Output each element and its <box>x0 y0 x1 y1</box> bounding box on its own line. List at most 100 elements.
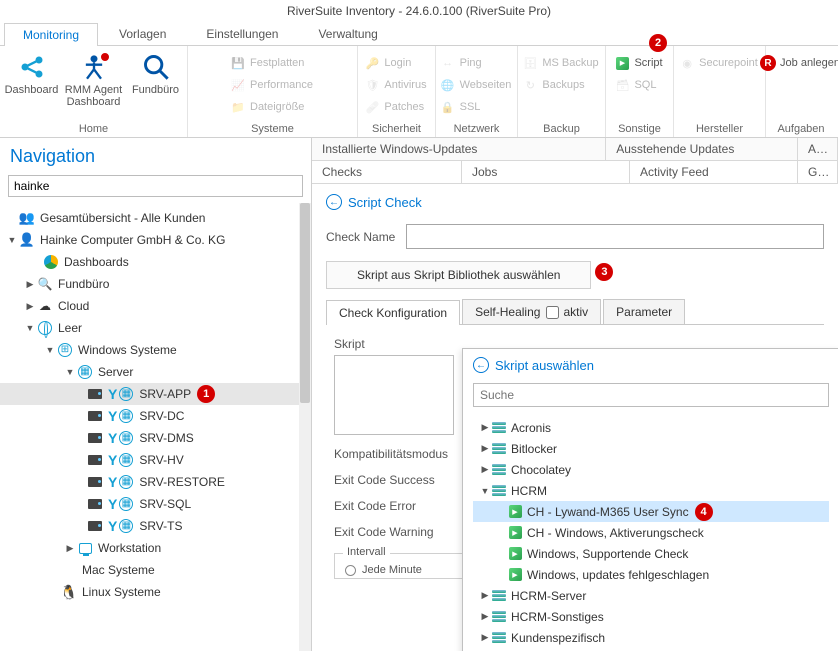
network-icon: ▦ <box>117 517 135 535</box>
login-button[interactable]: 🔑Login <box>364 52 426 74</box>
nav-search-input[interactable] <box>8 175 303 197</box>
picker-search-input[interactable] <box>473 383 829 407</box>
securepoint-icon: ◉ <box>679 55 695 71</box>
tab-checks[interactable]: Checks <box>312 161 462 183</box>
picker-back-icon[interactable]: ← <box>473 357 489 373</box>
ribbon: Dashboard RMM Agent Dashboard Fundbüro H… <box>0 46 838 138</box>
search-small-icon: 🔍 <box>36 275 54 293</box>
network-icon: ▦ <box>117 495 135 513</box>
tree-mac[interactable]: Mac Systeme <box>0 559 311 581</box>
interval-legend: Intervall <box>343 546 390 558</box>
dateigrosse-button[interactable]: 📁Dateigröße <box>230 96 313 118</box>
self-healing-checkbox[interactable] <box>546 306 559 319</box>
job-anlegen-button[interactable]: RJob anlegen <box>760 52 838 74</box>
picker-hcrm-server[interactable]: ▶HCRM-Server <box>473 585 829 606</box>
ping-button[interactable]: ↔Ping <box>440 52 512 74</box>
fundburo-label: Fundbüro <box>132 84 179 96</box>
tab-vorlagen[interactable]: Vorlagen <box>100 22 185 45</box>
globe-icon: 🌐 <box>440 77 456 93</box>
picker-item-supportende[interactable]: Windows, Supportende Check <box>473 543 829 564</box>
picker-chocolatey[interactable]: ▶Chocolatey <box>473 459 829 480</box>
script-button[interactable]: Script <box>614 52 662 74</box>
tab-check-config[interactable]: Check Konfiguration <box>326 300 460 325</box>
tree-all-customers[interactable]: 👥Gesamtübersicht - Alle Kunden <box>0 207 311 229</box>
antivirus-button[interactable]: 🛡Antivirus <box>364 74 426 96</box>
globe-icon <box>36 319 54 337</box>
picker-hcrm[interactable]: ▼HCRM <box>473 480 829 501</box>
picker-item-updates-fail[interactable]: Windows, updates fehlgeschlagen <box>473 564 829 585</box>
group-sonstige-label: Sonstige <box>606 123 673 135</box>
festplatten-button[interactable]: 💾Festplatten <box>230 52 313 74</box>
tab-verwaltung[interactable]: Verwaltung <box>299 22 396 45</box>
fundburo-button[interactable]: Fundbüro <box>126 50 186 108</box>
dashboard-button[interactable]: Dashboard <box>2 50 62 108</box>
content-tabs-row1: Installierte Windows-Updates Ausstehende… <box>312 138 838 161</box>
tree-server[interactable]: ▼▦Server <box>0 361 311 383</box>
performance-button[interactable]: 📈Performance <box>230 74 313 96</box>
share-icon <box>17 52 47 82</box>
tab-installed-updates[interactable]: Installierte Windows-Updates <box>312 138 606 160</box>
tab-devices[interactable]: Geräte <box>798 161 838 183</box>
backups-button[interactable]: ↻Backups <box>522 74 598 96</box>
picker-bitlocker[interactable]: ▶Bitlocker <box>473 438 829 459</box>
tree-leer[interactable]: ▼Leer <box>0 317 311 339</box>
tab-pending-updates[interactable]: Ausstehende Updates <box>606 138 798 160</box>
fork-icon: Y <box>108 430 117 446</box>
check-name-row: Check Name <box>326 224 824 249</box>
tab-jobs[interactable]: Jobs <box>462 161 630 183</box>
disk-icon: 💾 <box>230 55 246 71</box>
tree-srv-restore[interactable]: Y▦SRV-RESTORE <box>0 471 311 493</box>
interval-every-minute[interactable]: Jede Minute <box>345 564 463 576</box>
navigation-pane: Navigation 👥Gesamtübersicht - Alle Kunde… <box>0 138 312 651</box>
webseiten-button[interactable]: 🌐Webseiten <box>440 74 512 96</box>
tree-srv-ts[interactable]: Y▦SRV-TS <box>0 515 311 537</box>
patches-button[interactable]: 🩹Patches <box>364 96 426 118</box>
server-group-icon: ▦ <box>76 363 94 381</box>
rmm-agent-button[interactable]: RMM Agent Dashboard <box>64 50 124 108</box>
tree-srv-dms[interactable]: Y▦SRV-DMS <box>0 427 311 449</box>
server-icon <box>86 451 104 469</box>
picker-item-aktivierung[interactable]: CH - Windows, Aktiverungscheck <box>473 522 829 543</box>
tab-parameter[interactable]: Parameter <box>603 299 685 324</box>
tree-workstation[interactable]: ▶Workstation <box>0 537 311 559</box>
picker-hcrm-sonstiges[interactable]: ▶HCRM-Sonstiges <box>473 606 829 627</box>
tree-srv-dc[interactable]: Y▦SRV-DC <box>0 405 311 427</box>
window-title: RiverSuite Inventory - 24.6.0.100 (River… <box>0 0 838 22</box>
tree-cloud[interactable]: ▶☁Cloud <box>0 295 311 317</box>
back-script-check[interactable]: ← Script Check <box>326 194 824 210</box>
check-name-input[interactable] <box>406 224 824 249</box>
callout-badge-4: 4 <box>695 503 713 521</box>
tree-srv-hv[interactable]: Y▦SRV-HV <box>0 449 311 471</box>
tree-dashboards[interactable]: Dashboards <box>0 251 311 273</box>
group-systeme-label: Systeme <box>188 123 357 135</box>
tab-self-healing[interactable]: Self-Healingaktiv <box>462 299 601 324</box>
tab-monitoring[interactable]: Monitoring <box>4 23 98 46</box>
picker-kundenspezifisch[interactable]: ▶Kundenspezifisch <box>473 627 829 648</box>
group-netzwerk-label: Netzwerk <box>436 123 517 135</box>
callout-badge-1: 1 <box>197 385 215 403</box>
tree-company[interactable]: ▼👤Hainke Computer GmbH & Co. KG <box>0 229 311 251</box>
dashboard-label: Dashboard <box>5 84 59 96</box>
tree-srv-sql[interactable]: Y▦SRV-SQL <box>0 493 311 515</box>
select-from-library-button[interactable]: Skript aus Skript Bibliothek auswählen <box>326 261 591 289</box>
picker-item-lywand[interactable]: CH - Lywand-M365 User Sync4 <box>473 501 829 522</box>
script-textbox[interactable] <box>334 355 454 435</box>
tree-srv-app[interactable]: Y▦SRV-APP1 <box>0 383 311 405</box>
tab-antivirus[interactable]: Antivirus <box>798 138 838 160</box>
notification-dot-icon <box>100 52 110 62</box>
tab-activity-feed[interactable]: Activity Feed <box>630 161 798 183</box>
tree-linux[interactable]: 🐧Linux Systeme <box>0 581 311 603</box>
ssl-button[interactable]: 🔒SSL <box>440 96 512 118</box>
msbackup-button[interactable]: 🗄MS Backup <box>522 52 598 74</box>
tab-einstellungen[interactable]: Einstellungen <box>187 22 297 45</box>
securepoint-button[interactable]: ◉Securepoint <box>679 52 758 74</box>
users-icon: 👥 <box>18 209 36 227</box>
stack-icon <box>491 609 507 625</box>
tree-windows-systeme[interactable]: ▼⊞Windows Systeme <box>0 339 311 361</box>
tree-fundburo[interactable]: ▶🔍Fundbüro <box>0 273 311 295</box>
config-tabs: Check Konfiguration Self-Healingaktiv Pa… <box>326 299 824 325</box>
tree-scrollbar[interactable] <box>299 203 311 651</box>
perf-icon: 📈 <box>230 77 246 93</box>
sql-button[interactable]: 🗃SQL <box>614 74 662 96</box>
picker-acronis[interactable]: ▶Acronis <box>473 417 829 438</box>
